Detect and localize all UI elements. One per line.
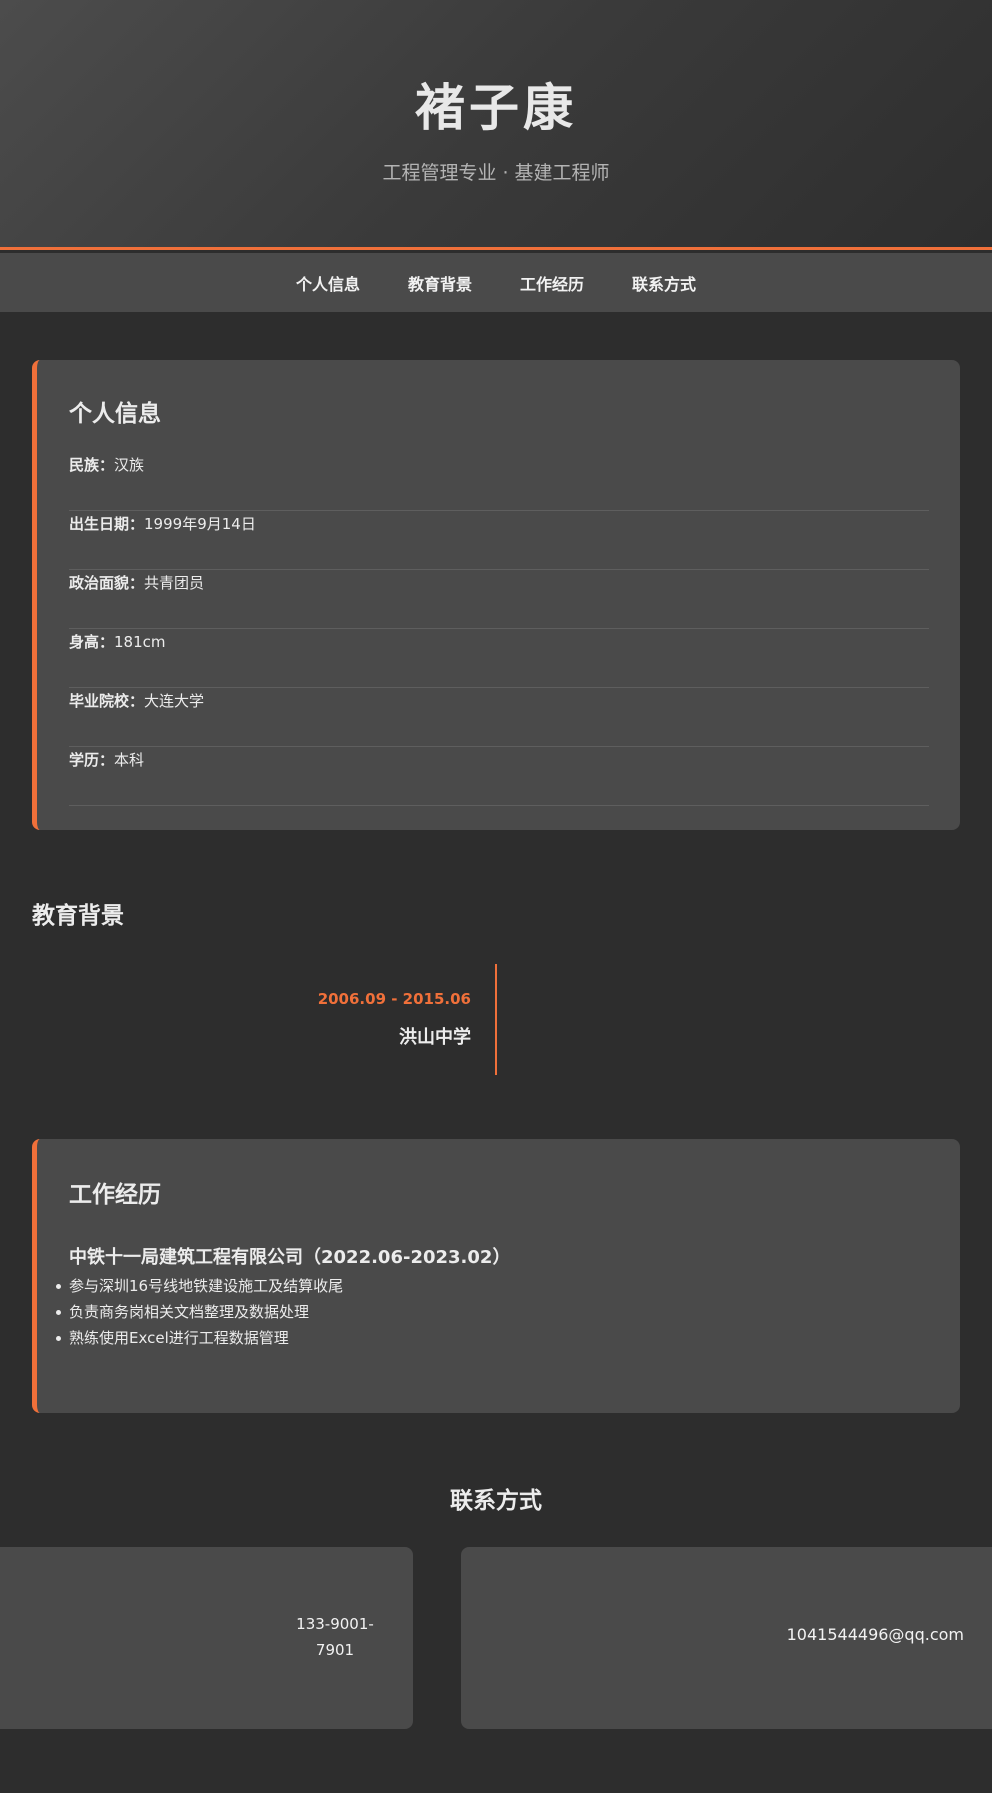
education-date: 2006.09 - 2015.06 [317,990,471,1008]
contact-title: 联系方式 [450,1488,542,1514]
hero-name: 褚子康 [415,79,577,137]
info-label: 学历： [69,751,115,769]
education-school: 洪山中学 [399,1027,471,1048]
timeline-line [495,964,497,1075]
info-row-degree: 学历：本科 [69,747,929,806]
contact-phone[interactable]: 133-9001-7901 [290,1611,380,1663]
nav-item-work[interactable]: 工作经历 [520,271,584,295]
nav-item-personal-info[interactable]: 个人信息 [296,271,360,295]
contact-email-card: 1041544496@qq.com [461,1547,992,1729]
work-company: 中铁十一局建筑工程有限公司（2022.06-2023.02） [69,1247,511,1268]
personal-info-title: 个人信息 [69,401,161,427]
info-label: 民族： [69,456,115,474]
info-value: 1999年9月14日 [144,515,256,533]
resume-page: 褚子康 工程管理专业 · 基建工程师 个人信息 教育背景 工作经历 联系方式 个… [0,0,992,1793]
info-label: 毕业院校： [69,692,145,710]
nav-item-education[interactable]: 教育背景 [408,271,472,295]
info-label: 身高： [69,633,115,651]
hero-subtitle: 工程管理专业 · 基建工程师 [382,162,610,184]
info-value: 181cm [114,633,166,651]
personal-info-list: 民族：汉族 出生日期：1999年9月14日 政治面貌：共青团员 身高：181cm… [69,452,929,806]
info-value: 共青团员 [144,574,205,592]
info-value: 大连大学 [144,692,205,710]
list-item: 负责商务岗相关文档整理及数据处理 [55,1299,343,1325]
work-duties-list: 参与深圳16号线地铁建设施工及结算收尾 负责商务岗相关文档整理及数据处理 熟练使… [55,1273,343,1351]
education-title: 教育背景 [32,903,124,929]
info-value: 汉族 [114,456,145,474]
list-item: 参与深圳16号线地铁建设施工及结算收尾 [55,1273,343,1299]
work-experience-card: 工作经历 中铁十一局建筑工程有限公司（2022.06-2023.02） 参与深圳… [32,1139,960,1413]
info-row-university: 毕业院校：大连大学 [69,688,929,747]
list-item: 熟练使用Excel进行工程数据管理 [55,1325,343,1351]
info-value: 本科 [114,751,145,769]
personal-info-card: 个人信息 民族：汉族 出生日期：1999年9月14日 政治面貌：共青团员 身高：… [32,360,960,830]
main-nav: 个人信息 教育背景 工作经历 联系方式 [0,253,992,312]
contact-phone-card: 133-9001-7901 [0,1547,413,1729]
info-label: 出生日期： [69,515,145,533]
info-row-birthdate: 出生日期：1999年9月14日 [69,511,929,570]
contact-email[interactable]: 1041544496@qq.com [787,1625,964,1644]
nav-item-contact[interactable]: 联系方式 [632,271,696,295]
info-row-political-status: 政治面貌：共青团员 [69,570,929,629]
work-title: 工作经历 [69,1182,161,1208]
info-label: 政治面貌： [69,574,145,592]
info-row-height: 身高：181cm [69,629,929,688]
hero-header: 褚子康 工程管理专业 · 基建工程师 [0,0,992,250]
info-row-ethnicity: 民族：汉族 [69,452,929,511]
